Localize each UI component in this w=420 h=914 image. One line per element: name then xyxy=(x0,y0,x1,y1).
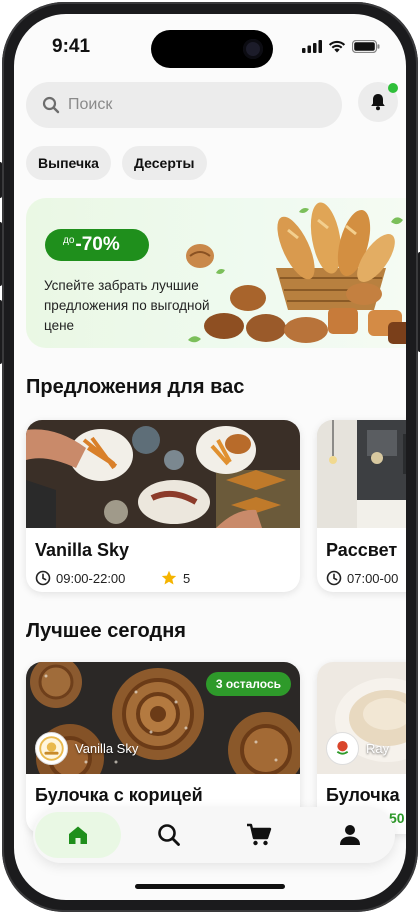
offer-image xyxy=(26,420,300,528)
discount-badge: до -70% xyxy=(45,229,149,261)
status-time: 9:41 xyxy=(52,36,91,57)
offer-hours: 07:00-00 xyxy=(326,570,398,586)
dynamic-island xyxy=(151,30,273,68)
star-icon xyxy=(161,570,177,585)
offer-card[interactable]: Рассвет 07:00-00 xyxy=(317,420,406,592)
cart-icon xyxy=(247,823,272,846)
side-button xyxy=(0,162,2,198)
status-bar: 9:41 xyxy=(14,14,406,74)
tab-cart[interactable] xyxy=(216,812,302,858)
offer-rating-text: 5 xyxy=(183,570,191,586)
shop-logo xyxy=(35,732,68,765)
bottom-tab-bar xyxy=(33,807,395,863)
offer-card[interactable]: Vanilla Sky 09:00-22:00 5 xyxy=(26,420,300,592)
signal-icon xyxy=(302,40,322,53)
search-input[interactable]: Поиск xyxy=(68,96,112,114)
side-button xyxy=(0,300,2,364)
shop-info: Vanilla Sky xyxy=(35,732,138,765)
offer-rating: 5 xyxy=(161,570,190,586)
offer-name: Рассвет xyxy=(326,540,398,560)
shop-name: Ray xyxy=(366,741,390,756)
clock-icon xyxy=(326,570,342,586)
notification-dot xyxy=(388,83,398,93)
shop-name: Vanilla Sky xyxy=(75,741,139,756)
phone-frame: 9:41 Поиск Выпечка Десерты до -70% Успей… xyxy=(0,2,420,912)
offer-hours-text: 07:00-00 xyxy=(347,570,399,586)
items-left-badge: 3 осталось xyxy=(205,672,291,696)
search-icon xyxy=(42,96,60,114)
search-bar[interactable]: Поиск xyxy=(26,82,342,128)
search-icon xyxy=(157,824,180,846)
bell-icon xyxy=(371,94,385,111)
notifications-button[interactable] xyxy=(358,82,398,122)
camera-icon xyxy=(243,39,263,59)
promo-banner[interactable]: до -70% Успейте забрать лучшие предложен… xyxy=(26,198,406,348)
tab-profile[interactable] xyxy=(307,812,393,858)
profile-icon xyxy=(339,825,360,845)
tab-search[interactable] xyxy=(126,812,212,858)
side-button xyxy=(0,222,2,286)
offer-hours: 09:00-22:00 xyxy=(35,570,125,586)
category-chip-desserts[interactable]: Десерты xyxy=(122,146,207,180)
wifi-icon xyxy=(328,40,346,53)
product-name: Булочка xyxy=(326,785,400,805)
battery-icon xyxy=(352,40,380,53)
home-indicator[interactable] xyxy=(135,884,285,889)
discount-value: -70% xyxy=(75,234,120,255)
offer-image xyxy=(317,420,406,528)
status-icons xyxy=(302,40,380,53)
shop-logo xyxy=(326,732,359,765)
tab-home[interactable] xyxy=(35,812,122,858)
product-name: Булочка с корицей xyxy=(35,785,203,805)
offer-hours-text: 09:00-22:00 xyxy=(56,570,126,586)
category-chip-bakery[interactable]: Выпечка xyxy=(26,146,111,180)
clock-icon xyxy=(35,570,51,586)
bakery-basket-image xyxy=(186,202,406,344)
section-title-best: Лучшее сегодня xyxy=(26,620,186,642)
section-title-offers: Предложения для вас xyxy=(26,376,245,398)
app-screen: 9:41 Поиск Выпечка Десерты до -70% Успей… xyxy=(14,14,406,900)
shop-info: Ray xyxy=(326,732,389,765)
home-icon xyxy=(69,826,88,844)
discount-prefix: до xyxy=(63,234,75,246)
offer-name: Vanilla Sky xyxy=(35,540,130,560)
